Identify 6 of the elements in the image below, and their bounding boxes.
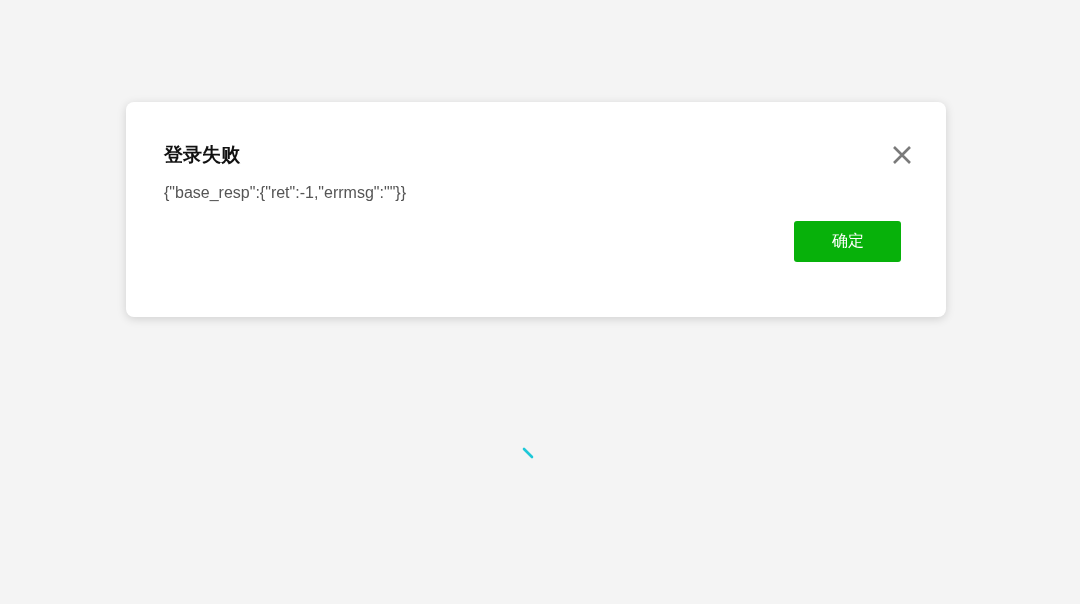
error-message: {"base_resp":{"ret":-1,"errmsg":""}} bbox=[164, 183, 407, 203]
dialog-title: 登录失败 bbox=[164, 143, 240, 167]
close-icon bbox=[892, 145, 912, 165]
close-button[interactable] bbox=[892, 145, 912, 165]
confirm-button[interactable]: 确定 bbox=[794, 221, 901, 262]
loading-spinner-icon bbox=[522, 447, 534, 459]
